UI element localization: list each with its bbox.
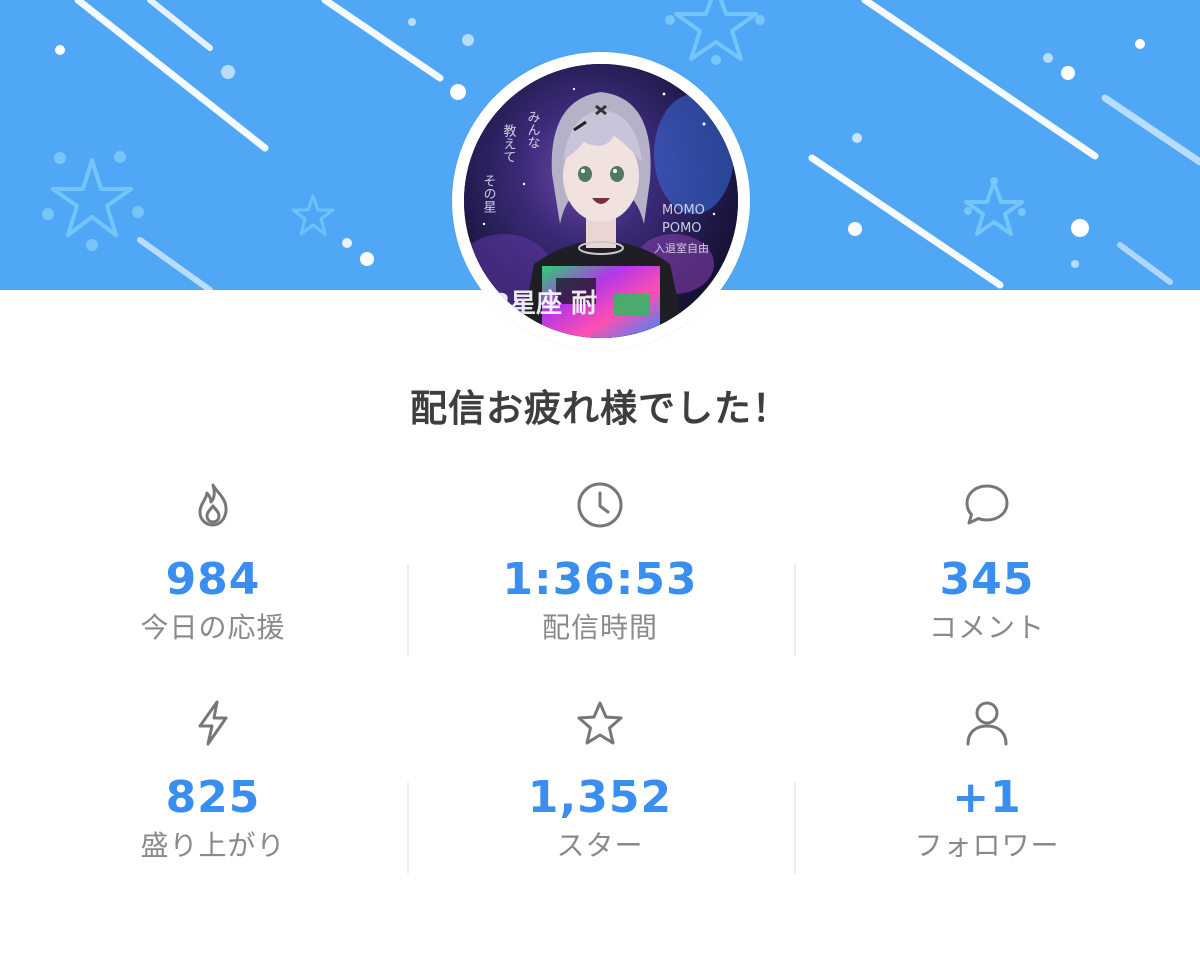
stats-row-1: 984 今日の応援 1:36:53 配信時間 345 コメント <box>20 480 1180 680</box>
avatar-vertical-text-2: 教えて <box>501 123 517 163</box>
column-divider <box>794 564 796 656</box>
person-icon <box>966 701 1008 746</box>
stat-value: 825 <box>165 772 261 823</box>
stats-row-2: 825 盛り上がり 1,352 スター +1 フォロワー <box>20 698 1180 898</box>
stream-summary-screen: みんな 教えて その星 MOMO POMO 入退室自由 2星座 耐 配信お疲れ様… <box>0 0 1200 958</box>
stat-today-support: 984 今日の応援 <box>20 480 406 680</box>
avatar-side-text-2: POMO <box>662 221 702 236</box>
avatar-shirt-text: 2星座 耐 <box>492 288 597 319</box>
avatar-vertical-text-3: その星 <box>481 174 497 213</box>
column-divider <box>407 564 409 656</box>
star-icon <box>577 701 623 745</box>
stat-value: +1 <box>952 772 1022 823</box>
stat-stars: 1,352 スター <box>407 698 793 898</box>
column-divider <box>794 782 796 874</box>
clock-icon <box>577 482 623 528</box>
streamer-avatar[interactable]: みんな 教えて その星 MOMO POMO 入退室自由 2星座 耐 <box>464 64 738 338</box>
stat-label: スター <box>556 829 644 862</box>
stat-value: 345 <box>939 554 1035 605</box>
comment-icon <box>965 484 1009 525</box>
avatar-artwork: みんな 教えて その星 MOMO POMO 入退室自由 2星座 耐 <box>464 64 738 338</box>
stat-label: 盛り上がり <box>140 829 286 862</box>
stat-stream-time: 1:36:53 配信時間 <box>407 480 793 680</box>
lightning-icon <box>198 700 228 746</box>
avatar-side-text-1: MOMO <box>662 203 705 218</box>
stat-label: 配信時間 <box>541 611 658 644</box>
avatar-vertical-text-1: みんな <box>525 110 540 149</box>
stat-excitement: 825 盛り上がり <box>20 698 406 898</box>
flame-icon <box>198 483 228 527</box>
stat-value: 984 <box>165 554 261 605</box>
avatar-frame: みんな 教えて その星 MOMO POMO 入退室自由 2星座 耐 <box>452 52 750 350</box>
stat-comments: 345 コメント <box>794 480 1180 680</box>
stat-label: フォロワー <box>914 829 1060 862</box>
stat-label: コメント <box>928 611 1045 644</box>
column-divider <box>407 782 409 874</box>
stat-followers: +1 フォロワー <box>794 698 1180 898</box>
stream-complete-title: 配信お疲れ様でした！ <box>410 387 790 430</box>
stat-value: 1,352 <box>527 772 673 823</box>
stat-value: 1:36:53 <box>502 554 698 605</box>
stat-label: 今日の応援 <box>140 611 286 644</box>
avatar-side-text-3: 入退室自由 <box>654 241 709 255</box>
